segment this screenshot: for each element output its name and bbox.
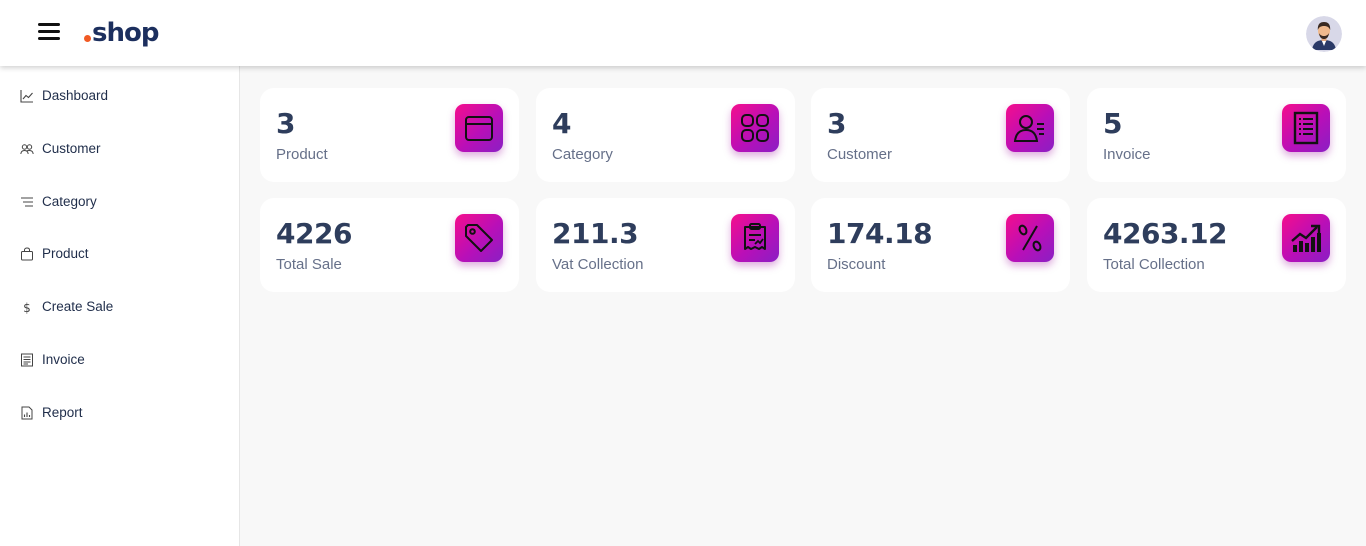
bag-icon xyxy=(21,247,33,261)
sidebar-item-label: Dashboard xyxy=(42,88,109,103)
sidebar-item-label: Category xyxy=(42,194,97,209)
invoice-icon xyxy=(21,353,33,367)
trending-up-icon xyxy=(1282,214,1330,262)
stat-value: 3 xyxy=(276,107,295,140)
user-card-icon xyxy=(1006,104,1054,152)
brand-logo[interactable]: shop xyxy=(84,15,159,51)
sidebar-item-product[interactable]: Product xyxy=(0,236,239,272)
stat-value: 174.18 xyxy=(827,217,933,250)
svg-text:$: $ xyxy=(23,301,31,314)
stat-value: 4226 xyxy=(276,217,352,250)
stat-card-invoice: 5 Invoice xyxy=(1087,88,1346,182)
percent-icon xyxy=(1006,214,1054,262)
stat-card-customer: 3 Customer xyxy=(811,88,1070,182)
stat-label: Discount xyxy=(827,256,886,273)
stat-card-discount: 174.18 Discount xyxy=(811,198,1070,292)
grid-icon xyxy=(731,104,779,152)
sidebar-item-label: Invoice xyxy=(42,352,85,367)
stat-label: Invoice xyxy=(1103,146,1151,163)
sidebar-item-label: Customer xyxy=(42,141,101,156)
stat-label: Total Collection xyxy=(1103,256,1205,273)
sidebar-item-invoice[interactable]: Invoice xyxy=(0,342,239,378)
hamburger-menu-icon[interactable] xyxy=(38,22,60,42)
report-icon xyxy=(21,406,33,420)
user-avatar-icon xyxy=(1306,16,1342,52)
tag-icon xyxy=(455,214,503,262)
logo-dot xyxy=(84,35,91,42)
stat-label: Customer xyxy=(827,146,893,163)
stat-value: 5 xyxy=(1103,107,1122,140)
stat-label: Category xyxy=(552,146,613,163)
box-icon xyxy=(455,104,503,152)
sidebar: Dashboard Customer Category Product $ Cr… xyxy=(0,66,240,546)
stat-card-product: 3 Product xyxy=(260,88,519,182)
stat-card-total-collection: 4263.12 Total Collection xyxy=(1087,198,1346,292)
stat-value: 3 xyxy=(827,107,846,140)
logo-text: shop xyxy=(92,18,159,48)
document-icon xyxy=(1282,104,1330,152)
sidebar-item-label: Product xyxy=(42,246,89,261)
top-navbar: shop xyxy=(0,0,1366,66)
sidebar-item-label: Create Sale xyxy=(42,299,114,314)
stat-value: 211.3 xyxy=(552,217,639,250)
receipt-icon xyxy=(731,214,779,262)
sidebar-item-create-sale[interactable]: $ Create Sale xyxy=(0,289,239,325)
stat-card-category: 4 Category xyxy=(536,88,795,182)
sidebar-item-customer[interactable]: Customer xyxy=(0,131,239,167)
stat-card-total-sale: 4226 Total Sale xyxy=(260,198,519,292)
sidebar-item-dashboard[interactable]: Dashboard xyxy=(0,78,239,114)
stat-label: Product xyxy=(276,146,328,163)
stat-label: Total Sale xyxy=(276,256,342,273)
stat-label: Vat Collection xyxy=(552,256,644,273)
stat-value: 4263.12 xyxy=(1103,217,1228,250)
chart-line-icon xyxy=(20,90,33,103)
avatar[interactable] xyxy=(1306,16,1342,52)
list-lines-icon xyxy=(21,197,33,207)
sidebar-item-label: Report xyxy=(42,405,83,420)
dollar-icon: $ xyxy=(23,301,31,314)
users-icon xyxy=(20,144,34,155)
sidebar-item-report[interactable]: Report xyxy=(0,395,239,431)
stat-card-vat-collection: 211.3 Vat Collection xyxy=(536,198,795,292)
sidebar-item-category[interactable]: Category xyxy=(0,184,239,220)
stat-value: 4 xyxy=(552,107,571,140)
